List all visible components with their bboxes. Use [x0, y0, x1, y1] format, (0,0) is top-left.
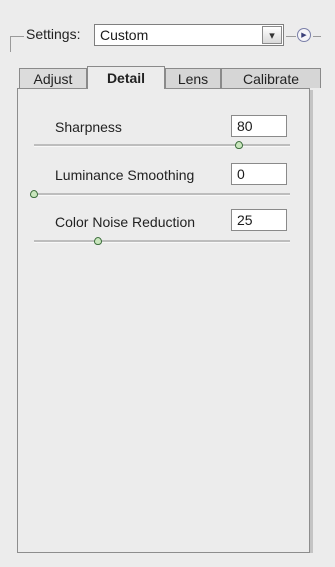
- flyout-menu-icon[interactable]: ▶: [297, 28, 311, 42]
- sharpness-input[interactable]: 80: [231, 115, 287, 137]
- sharpness-label: Sharpness: [55, 119, 122, 135]
- detail-panel: Sharpness 80 Luminance Smoothing 0 Color…: [17, 88, 310, 553]
- color-noise-reduction-label: Color Noise Reduction: [55, 214, 196, 230]
- color-noise-reduction-slider-track[interactable]: [34, 240, 290, 243]
- settings-group-line: [10, 36, 24, 37]
- settings-select-value: Custom: [100, 27, 149, 43]
- tab-calibrate[interactable]: Calibrate: [221, 68, 321, 88]
- sharpness-slider-track[interactable]: [34, 144, 290, 147]
- settings-group-line-right: [286, 36, 296, 37]
- luminance-smoothing-slider-track[interactable]: [34, 193, 290, 196]
- settings-select[interactable]: Custom ▾: [94, 24, 284, 46]
- luminance-smoothing-slider-thumb[interactable]: [30, 190, 38, 198]
- chevron-down-icon[interactable]: ▾: [262, 26, 282, 44]
- luminance-smoothing-label: Luminance Smoothing: [55, 167, 195, 183]
- settings-group-line-end: [313, 36, 321, 37]
- settings-group-line-vertical: [10, 36, 11, 52]
- luminance-smoothing-input[interactable]: 0: [231, 163, 287, 185]
- tab-detail[interactable]: Detail: [87, 66, 165, 89]
- settings-row: Settings: Custom ▾ ▶: [10, 24, 328, 52]
- sharpness-slider-thumb[interactable]: [234, 141, 243, 149]
- tab-lens[interactable]: Lens: [165, 68, 221, 88]
- settings-label: Settings:: [26, 26, 81, 42]
- tab-bar: Adjust Calibrate Lens Detail: [19, 66, 321, 89]
- color-noise-reduction-input[interactable]: 25: [231, 209, 287, 231]
- color-noise-reduction-slider-thumb[interactable]: [94, 237, 102, 245]
- tab-adjust[interactable]: Adjust: [19, 68, 87, 88]
- panel-shadow: [310, 90, 313, 553]
